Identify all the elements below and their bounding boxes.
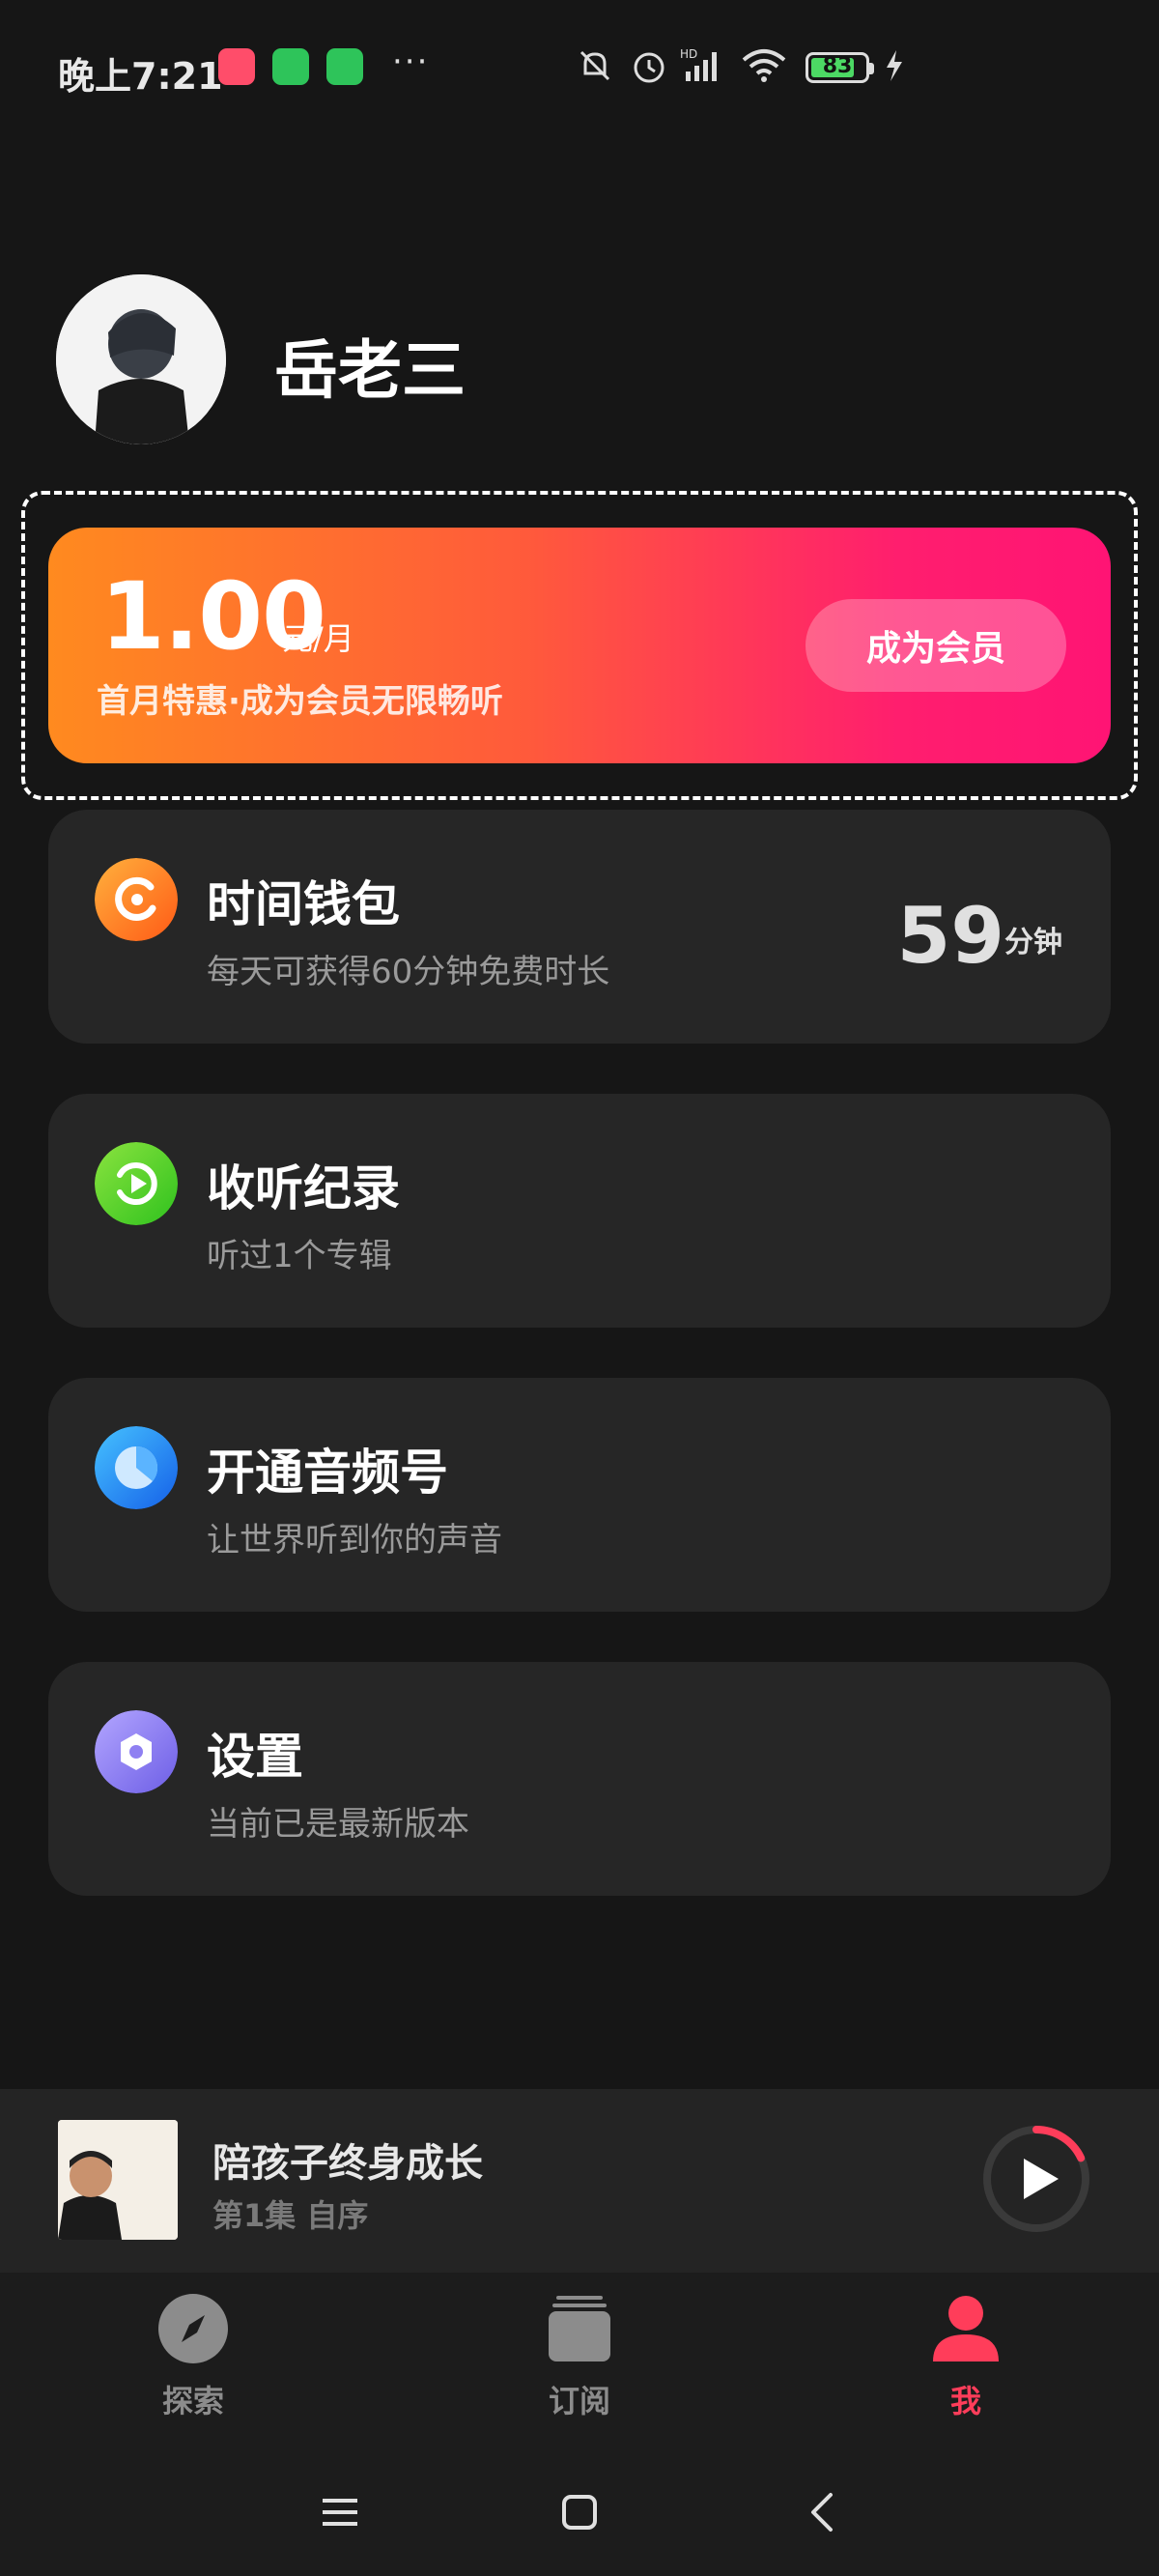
alarm-icon (634, 52, 664, 83)
charging-icon (887, 50, 902, 81)
avatar-image (56, 274, 226, 444)
wechat-icon (272, 48, 309, 85)
tab-label: 订阅 (548, 2383, 610, 2419)
username[interactable]: 岳老三 (274, 319, 466, 412)
home-icon[interactable] (551, 2483, 608, 2541)
battery-level: 83 (822, 54, 853, 78)
track-title: 陪孩子终身成长 (212, 2141, 483, 2186)
menu-icon[interactable] (311, 2483, 369, 2541)
vip-banner[interactable]: 1.00 元/月 首月特惠·成为会员无限畅听 成为会员 (48, 528, 1111, 763)
battery-icon: 83 (806, 52, 874, 83)
back-icon[interactable] (794, 2483, 852, 2541)
subscribe-icon (549, 2296, 610, 2361)
track-subtitle: 第1集 自序 (212, 2197, 369, 2234)
mute-icon (580, 50, 610, 81)
status-bar: 晚上7:21 ··· HD 83 (0, 0, 1159, 135)
become-member-button[interactable]: 成为会员 (806, 599, 1066, 692)
tab-subscribe[interactable]: 订阅 (502, 2292, 657, 2421)
more-notifications-icon: ··· (392, 43, 430, 81)
app-notification-icon (218, 48, 255, 85)
compass-icon (158, 2294, 228, 2363)
avatar[interactable] (56, 274, 226, 444)
status-time: 晚上7:21 (58, 55, 223, 98)
tab-label: 我 (949, 2383, 981, 2419)
play-icon (1024, 2159, 1059, 2199)
history-icon (95, 1142, 178, 1225)
album-cover-image (58, 2120, 178, 2240)
menu-subtitle: 当前已是最新版本 (207, 1805, 469, 1844)
remaining-minutes: 59 (896, 891, 1004, 981)
menu-title: 收听纪录 (207, 1160, 400, 1216)
menu-card-history[interactable]: 收听纪录 听过1个专辑 (48, 1094, 1111, 1328)
signal-hd-icon: HD (680, 47, 717, 81)
menu-subtitle: 每天可获得60分钟免费时长 (207, 953, 610, 991)
wifi-icon (742, 49, 786, 82)
audio-channel-icon (95, 1426, 178, 1509)
menu-card-time-wallet[interactable]: 时间钱包 每天可获得60分钟免费时长 59 分钟 (48, 810, 1111, 1044)
remaining-minutes-unit: 分钟 (1004, 926, 1062, 959)
menu-card-audio-channel[interactable]: 开通音频号 让世界听到你的声音 (48, 1378, 1111, 1612)
mini-player[interactable]: 陪孩子终身成长 第1集 自序 (0, 2089, 1159, 2273)
menu-title: 开通音频号 (207, 1445, 448, 1501)
settings-icon (95, 1710, 178, 1793)
svg-text:HD: HD (680, 47, 697, 61)
menu-card-settings[interactable]: 设置 当前已是最新版本 (48, 1662, 1111, 1896)
tab-me[interactable]: 我 (889, 2292, 1043, 2421)
tab-label: 探索 (161, 2383, 224, 2419)
vip-price-unit: 元/月 (282, 620, 354, 657)
tab-bar: 探索 订阅 我 (0, 2273, 1159, 2447)
time-wallet-icon (95, 858, 178, 941)
system-nav-bar (0, 2447, 1159, 2576)
wechat-icon (326, 48, 363, 85)
menu-title: 时间钱包 (207, 876, 400, 932)
album-cover[interactable] (58, 2120, 178, 2240)
vip-description: 首月特惠·成为会员无限畅听 (97, 682, 503, 721)
tab-explore[interactable]: 探索 (116, 2292, 270, 2421)
menu-title: 设置 (207, 1729, 303, 1785)
menu-subtitle: 听过1个专辑 (207, 1237, 392, 1275)
user-icon (933, 2296, 999, 2361)
play-button[interactable] (981, 2124, 1091, 2234)
menu-subtitle: 让世界听到你的声音 (207, 1521, 502, 1560)
